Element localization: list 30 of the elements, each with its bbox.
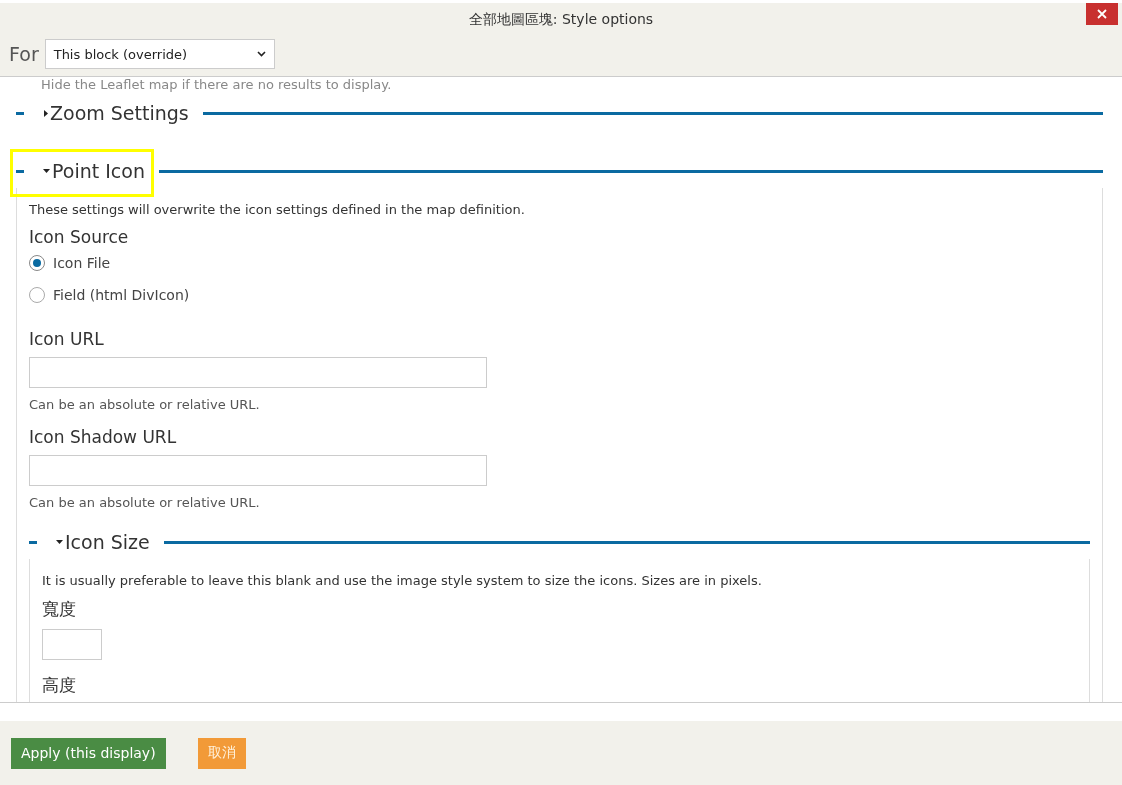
text-field[interactable] bbox=[29, 357, 487, 388]
close-button[interactable] bbox=[1086, 3, 1118, 25]
for-dropdown[interactable]: This block (override) bbox=[44, 39, 275, 69]
radio-button[interactable] bbox=[29, 255, 45, 271]
caret-down-icon bbox=[56, 539, 63, 545]
dialog-title: 全部地圖區塊: Style options bbox=[468, 11, 654, 29]
caret-down-icon bbox=[43, 168, 50, 174]
number-field[interactable] bbox=[42, 629, 102, 660]
help-text: Can be an absolute or relative URL. bbox=[29, 397, 260, 412]
field-label: 寬度 bbox=[42, 598, 76, 621]
caret-right-icon bbox=[43, 109, 48, 117]
section-description: It is usually preferable to leave this blank and use the image style system to size the icons. Sizes are in pixels. bbox=[42, 573, 763, 588]
chevron-down-icon bbox=[256, 51, 266, 57]
section-description: These settings will overwrite the icon settings defined in the map definition. bbox=[29, 202, 526, 217]
field-label: 高度 bbox=[42, 674, 76, 697]
field-label: Icon Source bbox=[29, 227, 129, 247]
help-text: Can be an absolute or relative URL. bbox=[29, 495, 260, 510]
section-toggle[interactable]: Icon Size bbox=[50, 527, 164, 557]
radio-button[interactable] bbox=[29, 287, 45, 303]
for-label: For bbox=[9, 43, 39, 65]
radio-option[interactable]: Field (html DivIcon) bbox=[29, 287, 1090, 303]
section-toggle[interactable]: Zoom Settings bbox=[37, 98, 203, 128]
close-icon bbox=[1097, 9, 1107, 19]
radio-option[interactable]: Icon File bbox=[29, 255, 1090, 271]
intro-text: Hide the Leaflet map if there are no results to display. bbox=[41, 77, 393, 92]
field-label: Icon Shadow URL bbox=[29, 427, 177, 447]
section-toggle[interactable]: Point Icon bbox=[37, 156, 159, 186]
text-field[interactable] bbox=[29, 455, 487, 486]
apply-button[interactable]: Apply (this display) bbox=[11, 737, 166, 769]
field-label: Icon URL bbox=[29, 329, 104, 349]
